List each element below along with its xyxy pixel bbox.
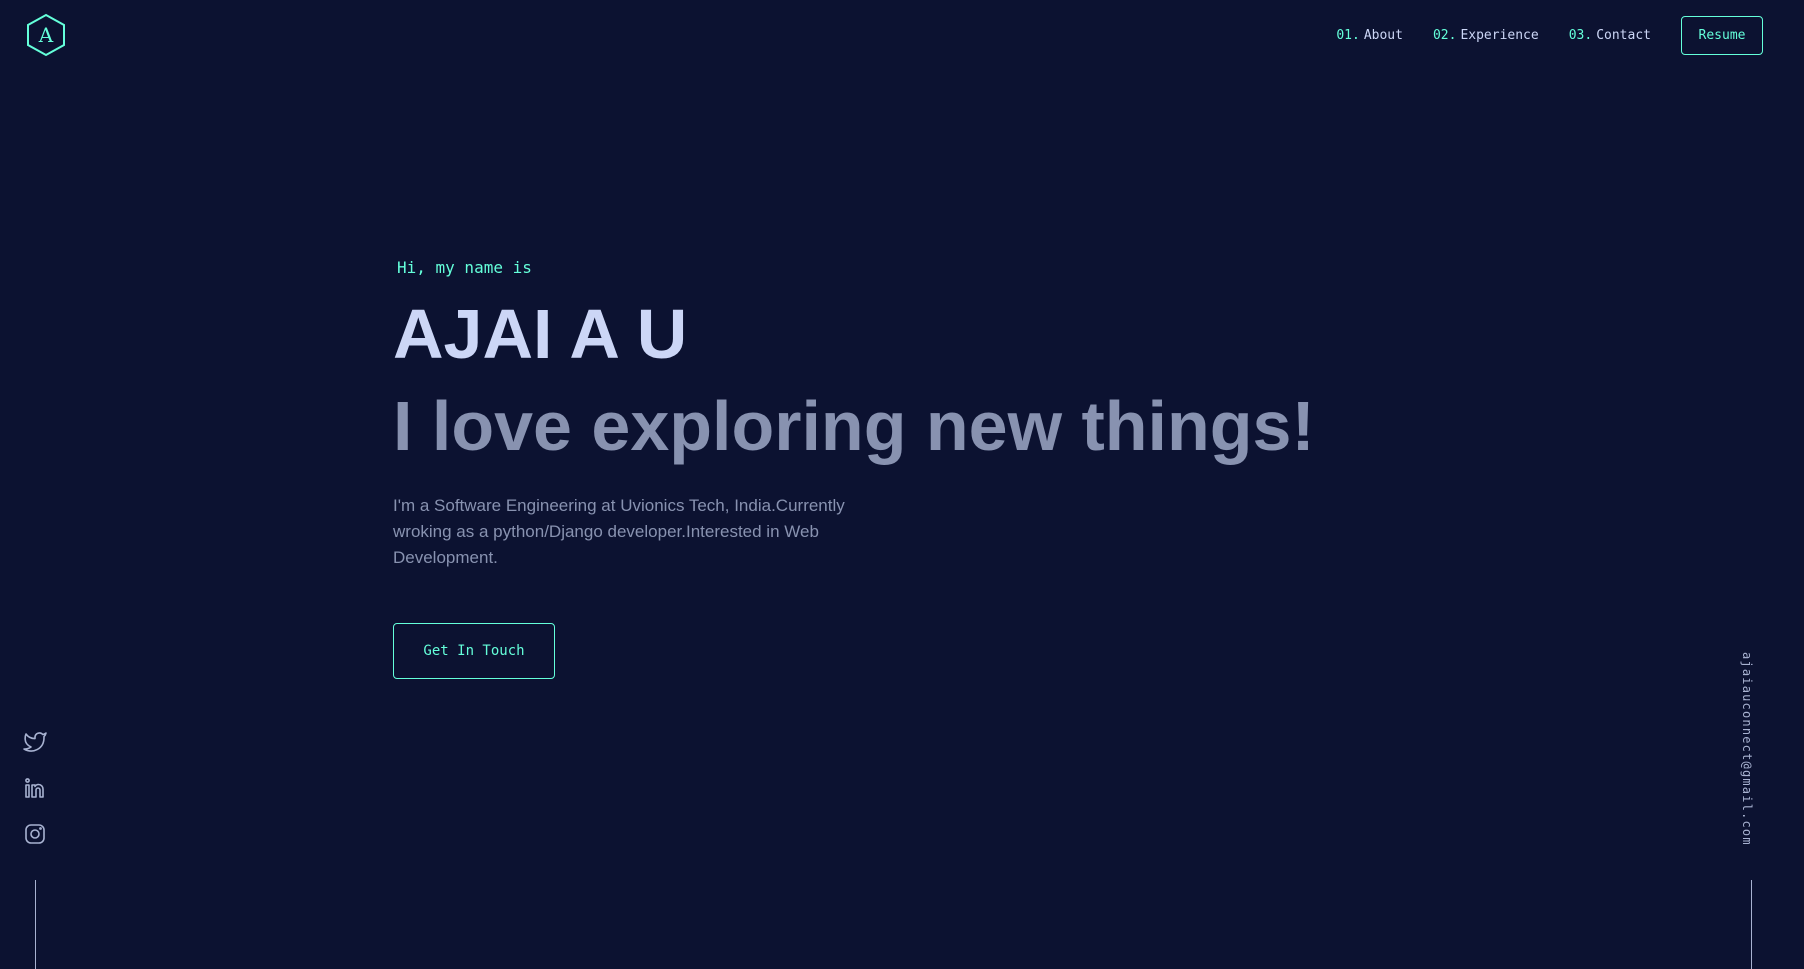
hero-section: Hi, my name is AJAI A U I love exploring… <box>393 258 1315 679</box>
get-in-touch-button[interactable]: Get In Touch <box>393 623 555 679</box>
nav-number: 02. <box>1432 28 1457 43</box>
email-link[interactable]: ajaiauconnect@gmail.com <box>1740 652 1754 846</box>
nav-label: About <box>1363 28 1403 43</box>
linkedin-icon[interactable] <box>23 776 47 800</box>
nav-item-about[interactable]: 01. About <box>1336 28 1403 43</box>
logo[interactable]: A <box>25 13 67 57</box>
hero-intro: Hi, my name is <box>397 258 532 277</box>
nav-item-experience[interactable]: 02. Experience <box>1433 28 1539 43</box>
twitter-icon[interactable] <box>23 730 47 754</box>
hero-name: AJAI A U <box>393 295 688 373</box>
nav-number: 01. <box>1336 28 1360 43</box>
nav-label: Contact <box>1596 28 1651 43</box>
main-nav: 01. About 02. Experience 03. Contact Resume <box>1336 16 1763 55</box>
hero-tagline: I love exploring new things! <box>393 387 1315 465</box>
left-divider-line <box>35 880 36 969</box>
nav-item-contact[interactable]: 03. Contact <box>1569 28 1651 43</box>
nav-number: 03. <box>1568 28 1593 43</box>
social-links <box>22 730 48 868</box>
instagram-icon[interactable] <box>23 822 47 846</box>
logo-letter: A <box>38 23 54 47</box>
resume-button[interactable]: Resume <box>1681 16 1763 55</box>
nav-label: Experience <box>1460 28 1539 43</box>
hero-bio: I'm a Software Engineering at Uvionics T… <box>393 496 845 567</box>
right-divider-line <box>1751 880 1752 969</box>
